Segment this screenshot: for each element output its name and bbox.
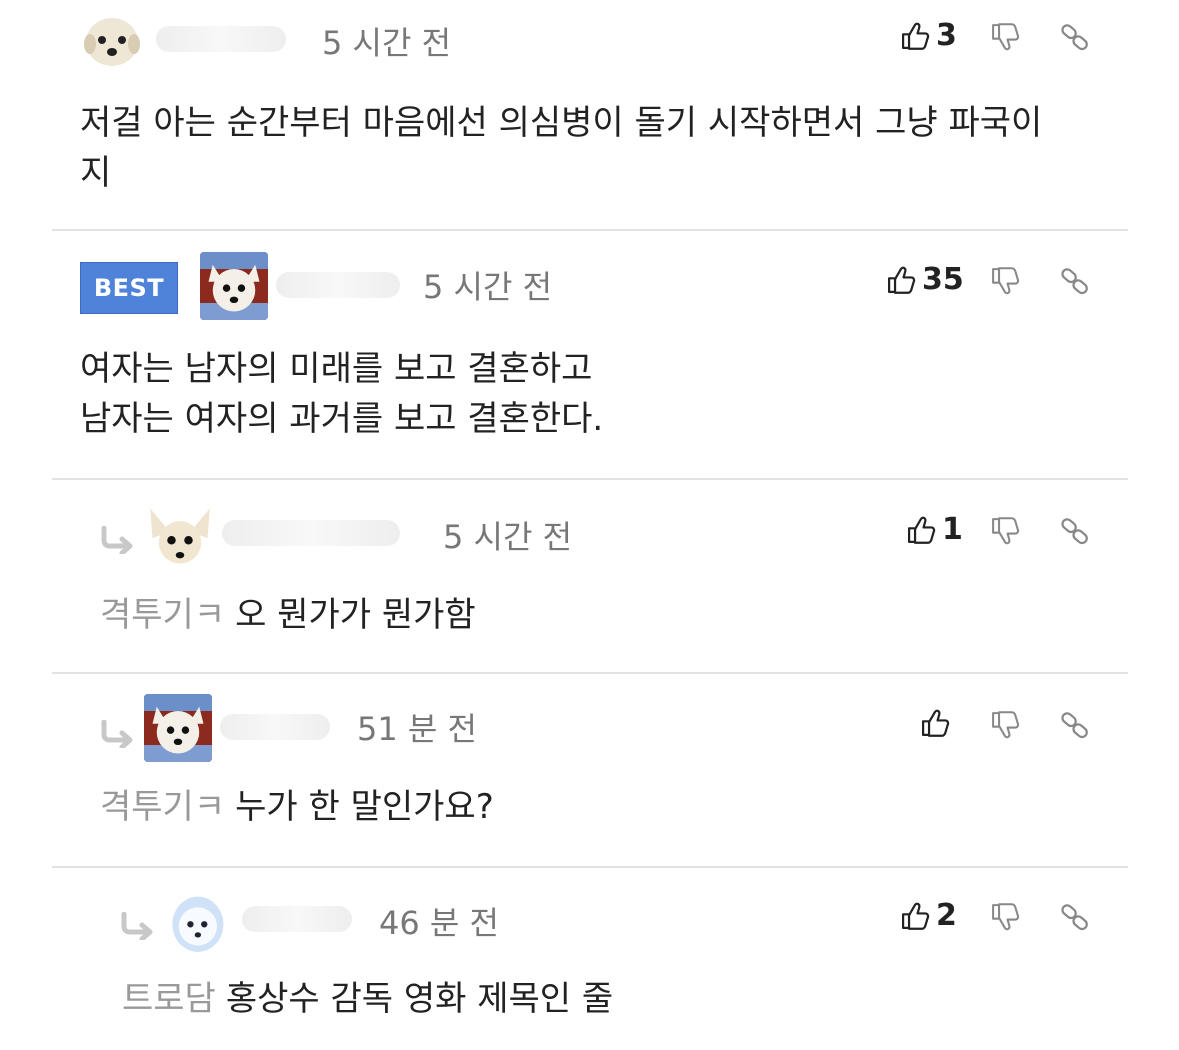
best-badge: BEST (80, 262, 178, 314)
comment-text: 트로담 홍상수 감독 영화 제목인 줄 (122, 974, 613, 1024)
like-button[interactable] (918, 706, 956, 740)
like-button[interactable]: 35 (884, 262, 964, 297)
link-button[interactable] (1058, 514, 1092, 548)
timestamp: 46 분 전 (379, 904, 499, 942)
avatar[interactable] (166, 886, 234, 954)
thumbs-down-icon (988, 514, 1022, 548)
nickname-blurred[interactable] (222, 520, 400, 546)
mention-prefix[interactable]: 트로담 (122, 979, 216, 1019)
comment-text: 격투기ㅋ 오 뭔가가 뭔가함 (100, 590, 476, 640)
dog-avatar-icon (80, 8, 144, 72)
reply-text: 오 뭔가가 뭔가함 (235, 595, 476, 635)
dog-avatar-icon (144, 694, 212, 762)
avatar[interactable] (80, 8, 144, 72)
dog-avatar-icon (146, 502, 214, 570)
thumbs-up-icon (884, 263, 918, 297)
thumbs-down-icon (988, 20, 1022, 54)
timestamp: 51 분 전 (357, 710, 477, 748)
thumbs-down-icon (988, 900, 1022, 934)
thumbs-up-icon (918, 706, 952, 740)
link-button[interactable] (1058, 708, 1092, 742)
thumbs-up-icon (898, 899, 932, 933)
link-button[interactable] (1058, 900, 1092, 934)
dislike-button[interactable] (988, 708, 1022, 742)
like-count: 1 (942, 512, 963, 547)
avatar[interactable] (144, 694, 212, 762)
avatar[interactable] (146, 502, 214, 570)
nickname-blurred[interactable] (156, 26, 286, 52)
dog-avatar-icon (200, 252, 268, 320)
thumbs-down-icon (988, 708, 1022, 742)
thumbs-down-icon (988, 264, 1022, 298)
divider (52, 229, 1128, 231)
thumbs-up-icon (904, 513, 938, 547)
dog-avatar-icon (166, 886, 234, 954)
avatar[interactable] (200, 252, 268, 320)
link-button[interactable] (1058, 20, 1092, 54)
nickname-blurred[interactable] (220, 714, 330, 740)
link-icon (1058, 900, 1092, 934)
reply-2: 51 분 전 격투기ㅋ 누가 한 말인가요? (0, 674, 1179, 866)
comment-text: 여자는 남자의 미래를 보고 결혼하고 남자는 여자의 과거를 보고 결혼한다. (80, 349, 604, 439)
comment-text: 저걸 아는 순간부터 마음에선 의심병이 돌기 시작하면서 그냥 파국이 지 (80, 103, 1043, 193)
nickname-blurred[interactable] (242, 906, 352, 932)
dislike-button[interactable] (988, 900, 1022, 934)
reply-arrow-icon (98, 526, 138, 554)
mention-prefix[interactable]: 격투기ㅋ (100, 595, 225, 635)
reply-3: 46 분 전 2 트로담 홍상수 감독 영화 제목인 줄 (0, 868, 1179, 1050)
like-count: 3 (936, 18, 957, 53)
link-icon (1058, 264, 1092, 298)
comment-text: 격투기ㅋ 누가 한 말인가요? (100, 782, 494, 832)
reply-1: 5 시간 전 1 격투기ㅋ 오 뭔가가 뭔가함 (0, 480, 1179, 672)
comment-2: BEST 5 시간 전 35 여자는 남자의 미래를 보고 결혼하고 남자는 여… (0, 232, 1179, 478)
mention-prefix[interactable]: 격투기ㅋ (100, 787, 225, 827)
like-count: 2 (936, 898, 957, 933)
reply-text: 홍상수 감독 영화 제목인 줄 (225, 979, 614, 1019)
nickname-blurred[interactable] (276, 272, 400, 298)
timestamp: 5 시간 전 (443, 518, 573, 556)
link-button[interactable] (1058, 264, 1092, 298)
reply-text: 누가 한 말인가요? (235, 787, 494, 827)
comment-1: 5 시간 전 3 저걸 아는 순간부터 마음에선 의심병이 돌기 시작하면서 그… (0, 0, 1179, 230)
timestamp: 5 시간 전 (322, 24, 452, 62)
link-icon (1058, 708, 1092, 742)
timestamp: 5 시간 전 (423, 268, 553, 306)
reply-arrow-icon (98, 720, 138, 748)
like-count: 35 (922, 262, 964, 297)
link-icon (1058, 20, 1092, 54)
dislike-button[interactable] (988, 264, 1022, 298)
reply-arrow-icon (118, 912, 158, 940)
like-button[interactable]: 2 (898, 898, 957, 933)
dislike-button[interactable] (988, 514, 1022, 548)
thumbs-up-icon (898, 19, 932, 53)
link-icon (1058, 514, 1092, 548)
dislike-button[interactable] (988, 20, 1022, 54)
like-button[interactable]: 3 (898, 18, 957, 53)
like-button[interactable]: 1 (904, 512, 963, 547)
